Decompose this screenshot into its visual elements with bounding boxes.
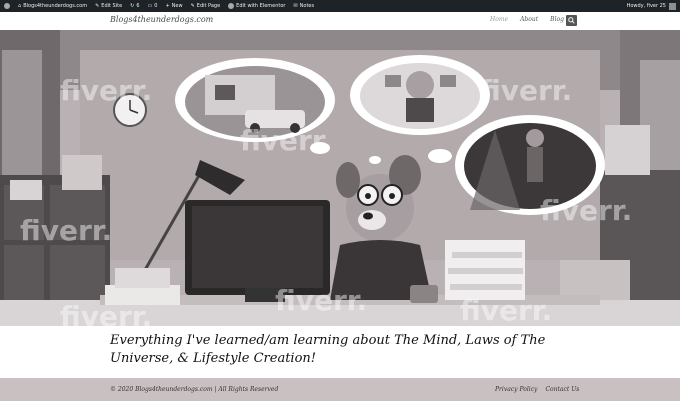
watermark: fiverr. — [240, 124, 332, 157]
watermark: fiverr. — [480, 74, 572, 107]
home-icon: ⌂ — [18, 3, 22, 9]
plus-icon: + — [165, 3, 170, 9]
avatar — [669, 2, 676, 10]
admin-bar-item-new[interactable]: + New — [161, 0, 186, 12]
nav-item-about[interactable]: About — [520, 16, 538, 23]
admin-bar-item-site[interactable]: ⌂ Blogs4theunderdogs.com — [14, 0, 91, 12]
site-header: Blogs4theunderdogs.com Home About Blog — [0, 12, 680, 30]
footer-copyright: © 2020 Blogs4theunderdogs.com | All Righ… — [110, 386, 279, 393]
watermark: fiverr. — [275, 284, 367, 317]
main-nav: Home About Blog — [490, 16, 564, 23]
updates-icon: ↻ — [130, 3, 135, 9]
admin-bar-item-edit-site[interactable]: ✎ Edit Site — [91, 0, 126, 12]
admin-bar-greeting: Howdy, fiver 25 — [626, 3, 666, 9]
comments-icon: ▭ — [147, 3, 153, 9]
elementor-icon — [228, 3, 235, 9]
admin-bar-new-label: New — [171, 3, 183, 9]
watermark: fiverr. — [60, 300, 152, 326]
search-icon — [568, 17, 575, 24]
admin-bar-updates-count: 6 — [136, 3, 140, 9]
nav-item-home[interactable]: Home — [490, 16, 508, 23]
hero-artwork: fiverr. fiverr. fiverr. fiverr. fiverr. … — [0, 30, 680, 326]
admin-bar-site-label: Blogs4theunderdogs.com — [23, 3, 88, 9]
site-footer: © 2020 Blogs4theunderdogs.com | All Righ… — [0, 378, 680, 401]
admin-bar-item-notes[interactable]: ✉ Notes — [289, 0, 318, 12]
watermark: fiverr. — [20, 214, 112, 247]
admin-bar-account[interactable]: Howdy, fiver 25 — [626, 2, 680, 10]
search-button[interactable] — [566, 15, 577, 26]
notes-icon: ✉ — [293, 3, 298, 9]
wordpress-icon — [4, 3, 10, 9]
admin-bar-item-updates[interactable]: ↻ 6 — [126, 0, 143, 12]
site-logo[interactable]: Blogs4theunderdogs.com — [110, 15, 213, 24]
admin-bar-notes-label: Notes — [299, 3, 315, 9]
admin-bar-item-wordpress[interactable] — [0, 0, 14, 12]
admin-bar-item-edit-page[interactable]: ✎ Edit Page — [187, 0, 225, 12]
watermark: fiverr. — [60, 74, 152, 107]
footer-link-contact[interactable]: Contact Us — [545, 386, 579, 393]
admin-bar-elementor-label: Edit with Elementor — [236, 3, 286, 9]
admin-bar-item-comments[interactable]: ▭ 0 — [144, 0, 162, 12]
watermark: fiverr. — [460, 294, 552, 326]
watermark: fiverr. — [540, 194, 632, 227]
page-tagline: Everything I've learned/am learning abou… — [110, 333, 546, 366]
admin-bar-edit-site-label: Edit Site — [101, 3, 123, 9]
footer-link-privacy[interactable]: Privacy Policy — [495, 386, 537, 393]
pencil-icon: ✎ — [190, 3, 195, 9]
admin-bar: ⌂ Blogs4theunderdogs.com ✎ Edit Site ↻ 6… — [0, 0, 680, 12]
hero-illustration: fiverr. fiverr. fiverr. fiverr. fiverr. … — [0, 30, 680, 326]
admin-bar-item-elementor[interactable]: Edit with Elementor — [224, 0, 289, 12]
admin-bar-comments-count: 0 — [154, 3, 158, 9]
footer-links: Privacy Policy Contact Us — [495, 386, 579, 393]
pencil-icon: ✎ — [95, 3, 100, 9]
admin-bar-edit-page-label: Edit Page — [196, 3, 221, 9]
nav-item-blog[interactable]: Blog — [550, 16, 564, 23]
